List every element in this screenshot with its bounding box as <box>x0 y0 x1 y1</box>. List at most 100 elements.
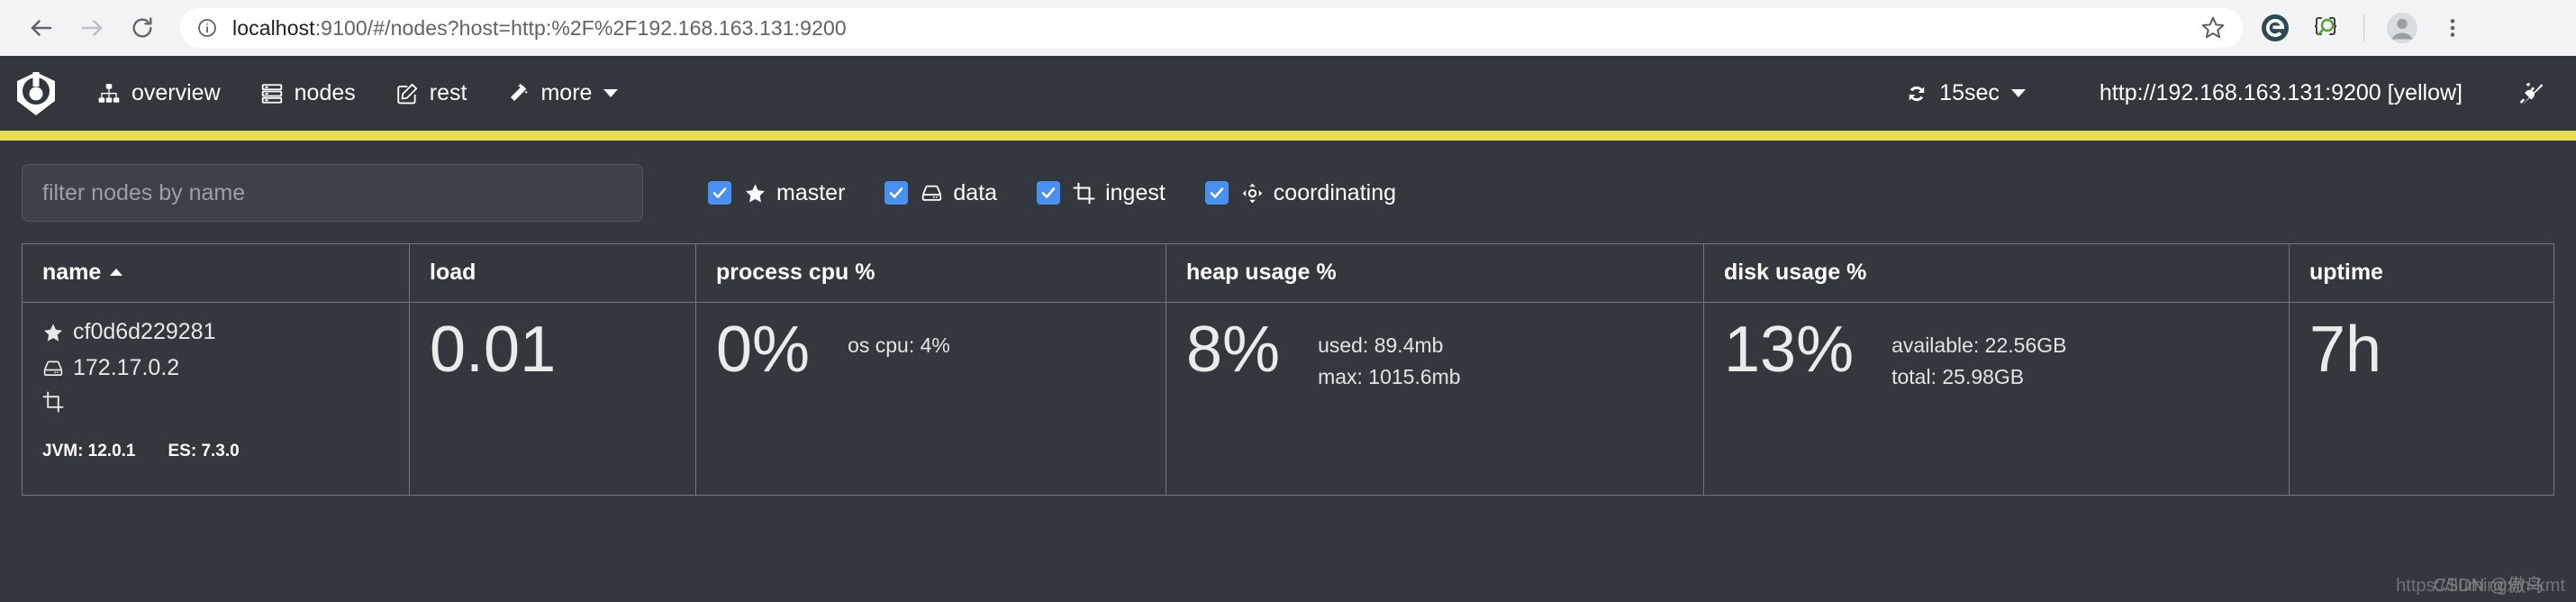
cell-process-cpu: 0% os cpu: 4% <box>695 302 1166 496</box>
column-header-uptime[interactable]: uptime <box>2289 243 2554 303</box>
cerebro-app: overview nodes rest more 15sec http://19… <box>0 56 2576 602</box>
nav-link-label: more <box>540 80 593 105</box>
server-icon <box>260 82 284 105</box>
browser-toolbar: localhost:9100/#/nodes?host=http:%2F%2F1… <box>0 0 2576 56</box>
role-filter-label: coordinating <box>1273 179 1397 205</box>
checkbox-coordinating[interactable] <box>1204 181 1229 205</box>
profile-avatar[interactable] <box>2379 5 2426 51</box>
cell-load: 0.01 <box>409 302 696 496</box>
cluster-url-status[interactable]: http://192.168.163.131:9200 [yellow] <box>2073 80 2490 106</box>
heap-max: max: 1015.6mb <box>1318 364 1461 388</box>
nav-link-overview[interactable]: overview <box>77 80 240 106</box>
node-filter-input[interactable] <box>22 164 643 222</box>
heap-used: used: 89.4mb <box>1318 333 1444 357</box>
reload-button[interactable] <box>117 3 168 53</box>
process-cpu-value: 0% <box>716 314 811 386</box>
nav-link-label: nodes <box>294 80 356 105</box>
column-label: uptime <box>2309 260 2383 285</box>
nav-link-label: rest <box>429 80 467 105</box>
load-value: 0.01 <box>430 314 557 386</box>
chrome-menu-button[interactable] <box>2429 5 2476 51</box>
role-filter-label: data <box>953 179 998 205</box>
role-filter-group: master data ingest coordinating <box>708 180 1436 206</box>
url-host: localhost <box>232 15 315 40</box>
heap-details: used: 89.4mb max: 1015.6mb <box>1318 330 1461 393</box>
node-name-line: cf0d6d229281 <box>42 319 389 345</box>
column-header-disk-usage[interactable]: disk usage % <box>1703 243 2290 303</box>
checkbox-ingest[interactable] <box>1037 181 1061 205</box>
site-info-icon[interactable] <box>196 17 218 39</box>
disk-icon <box>921 182 943 205</box>
back-button[interactable] <box>16 3 67 53</box>
table-header-row: name load process cpu % heap usage % dis… <box>22 243 2554 303</box>
cell-disk-usage: 13% available: 22.56GB total: 25.98GB <box>1703 302 2290 496</box>
cell-uptime: 7h <box>2289 302 2554 496</box>
column-label: process cpu % <box>716 260 875 285</box>
node-versions: JVM: 12.0.1 ES: 7.3.0 <box>42 442 389 461</box>
heap-usage-value: 8% <box>1186 314 1281 386</box>
node-ingest-role-line <box>42 391 389 413</box>
disk-usage-value: 13% <box>1724 314 1855 386</box>
node-ip-line: 172.17.0.2 <box>42 355 389 381</box>
role-filter-ingest[interactable]: ingest <box>1037 180 1166 206</box>
url-path: :9100/#/nodes?host=http:%2F%2F192.168.16… <box>314 15 847 40</box>
crop-icon <box>42 391 73 413</box>
es-version: ES: 7.3.0 <box>168 442 240 461</box>
chevron-down-icon <box>2010 89 2026 97</box>
url-text: localhost:9100/#/nodes?host=http:%2F%2F1… <box>232 16 847 41</box>
nav-link-nodes[interactable]: nodes <box>240 80 376 106</box>
watermark: https://liumingxin-kmt CSDN @傲鸟 <box>2396 576 2565 597</box>
node-ip: 172.17.0.2 <box>73 355 180 380</box>
cell-heap-usage: 8% used: 89.4mb max: 1015.6mb <box>1166 302 1704 496</box>
disconnect-button[interactable] <box>2490 80 2553 107</box>
cluster-health-bar <box>0 131 2576 141</box>
column-label: disk usage % <box>1724 260 1867 285</box>
toolbar-divider <box>2363 14 2364 41</box>
column-label: load <box>430 260 476 285</box>
e-extension-icon[interactable] <box>2252 5 2299 51</box>
column-label: name <box>42 260 102 285</box>
bookmark-star-icon[interactable] <box>2200 14 2227 41</box>
star-icon <box>42 322 73 343</box>
refresh-icon <box>1905 82 1928 105</box>
cerebro-logo-icon[interactable] <box>13 70 59 117</box>
checkbox-master[interactable] <box>708 181 731 205</box>
checkbox-data[interactable] <box>884 181 909 205</box>
role-filter-data[interactable]: data <box>884 180 997 206</box>
os-cpu-value: os cpu: 4% <box>848 333 950 357</box>
json-viewer-extension-icon[interactable] <box>2302 5 2349 51</box>
watermark-overlay: CSDN @傲鸟 <box>2433 576 2544 596</box>
crop-icon <box>1073 182 1095 205</box>
column-header-name[interactable]: name <box>22 243 410 303</box>
role-filter-master[interactable]: master <box>708 180 845 206</box>
edit-square-icon <box>395 82 419 105</box>
column-header-process-cpu[interactable]: process cpu % <box>695 243 1166 303</box>
nav-link-more[interactable]: more <box>486 80 638 106</box>
navbar-right: 15sec http://192.168.163.131:9200 [yello… <box>1889 80 2553 107</box>
disk-icon <box>42 358 73 379</box>
role-filter-label: ingest <box>1105 179 1166 205</box>
column-header-heap-usage[interactable]: heap usage % <box>1166 243 1704 303</box>
column-header-load[interactable]: load <box>409 243 696 303</box>
disk-total: total: 25.98GB <box>1891 364 2025 388</box>
sitemap-icon <box>97 82 121 105</box>
forward-button[interactable] <box>67 3 117 53</box>
chevron-down-icon <box>603 89 619 97</box>
jvm-version: JVM: 12.0.1 <box>42 442 136 461</box>
nodes-table-container: name load process cpu % heap usage % dis… <box>0 222 2576 496</box>
table-row[interactable]: cf0d6d229281 172.17.0.2 JVM: 12.0.1 ES: … <box>22 302 2554 496</box>
filter-row: master data <box>0 141 2576 222</box>
uptime-value: 7h <box>2309 314 2382 386</box>
disk-details: available: 22.56GB total: 25.98GB <box>1891 330 2066 393</box>
refresh-interval-label: 15sec <box>1939 80 2000 105</box>
magic-wand-icon <box>506 82 530 105</box>
disk-available: available: 22.56GB <box>1891 333 2067 357</box>
nav-link-label: overview <box>132 80 221 105</box>
cell-node-name: cf0d6d229281 172.17.0.2 JVM: 12.0.1 ES: … <box>22 302 410 496</box>
refresh-interval-selector[interactable]: 15sec <box>1889 80 2042 106</box>
address-bar[interactable]: localhost:9100/#/nodes?host=http:%2F%2F1… <box>180 8 2243 48</box>
nav-link-rest[interactable]: rest <box>376 80 487 106</box>
role-filter-coordinating[interactable]: coordinating <box>1204 179 1397 206</box>
crosshair-icon <box>1241 182 1264 205</box>
sort-asc-icon <box>110 269 123 276</box>
